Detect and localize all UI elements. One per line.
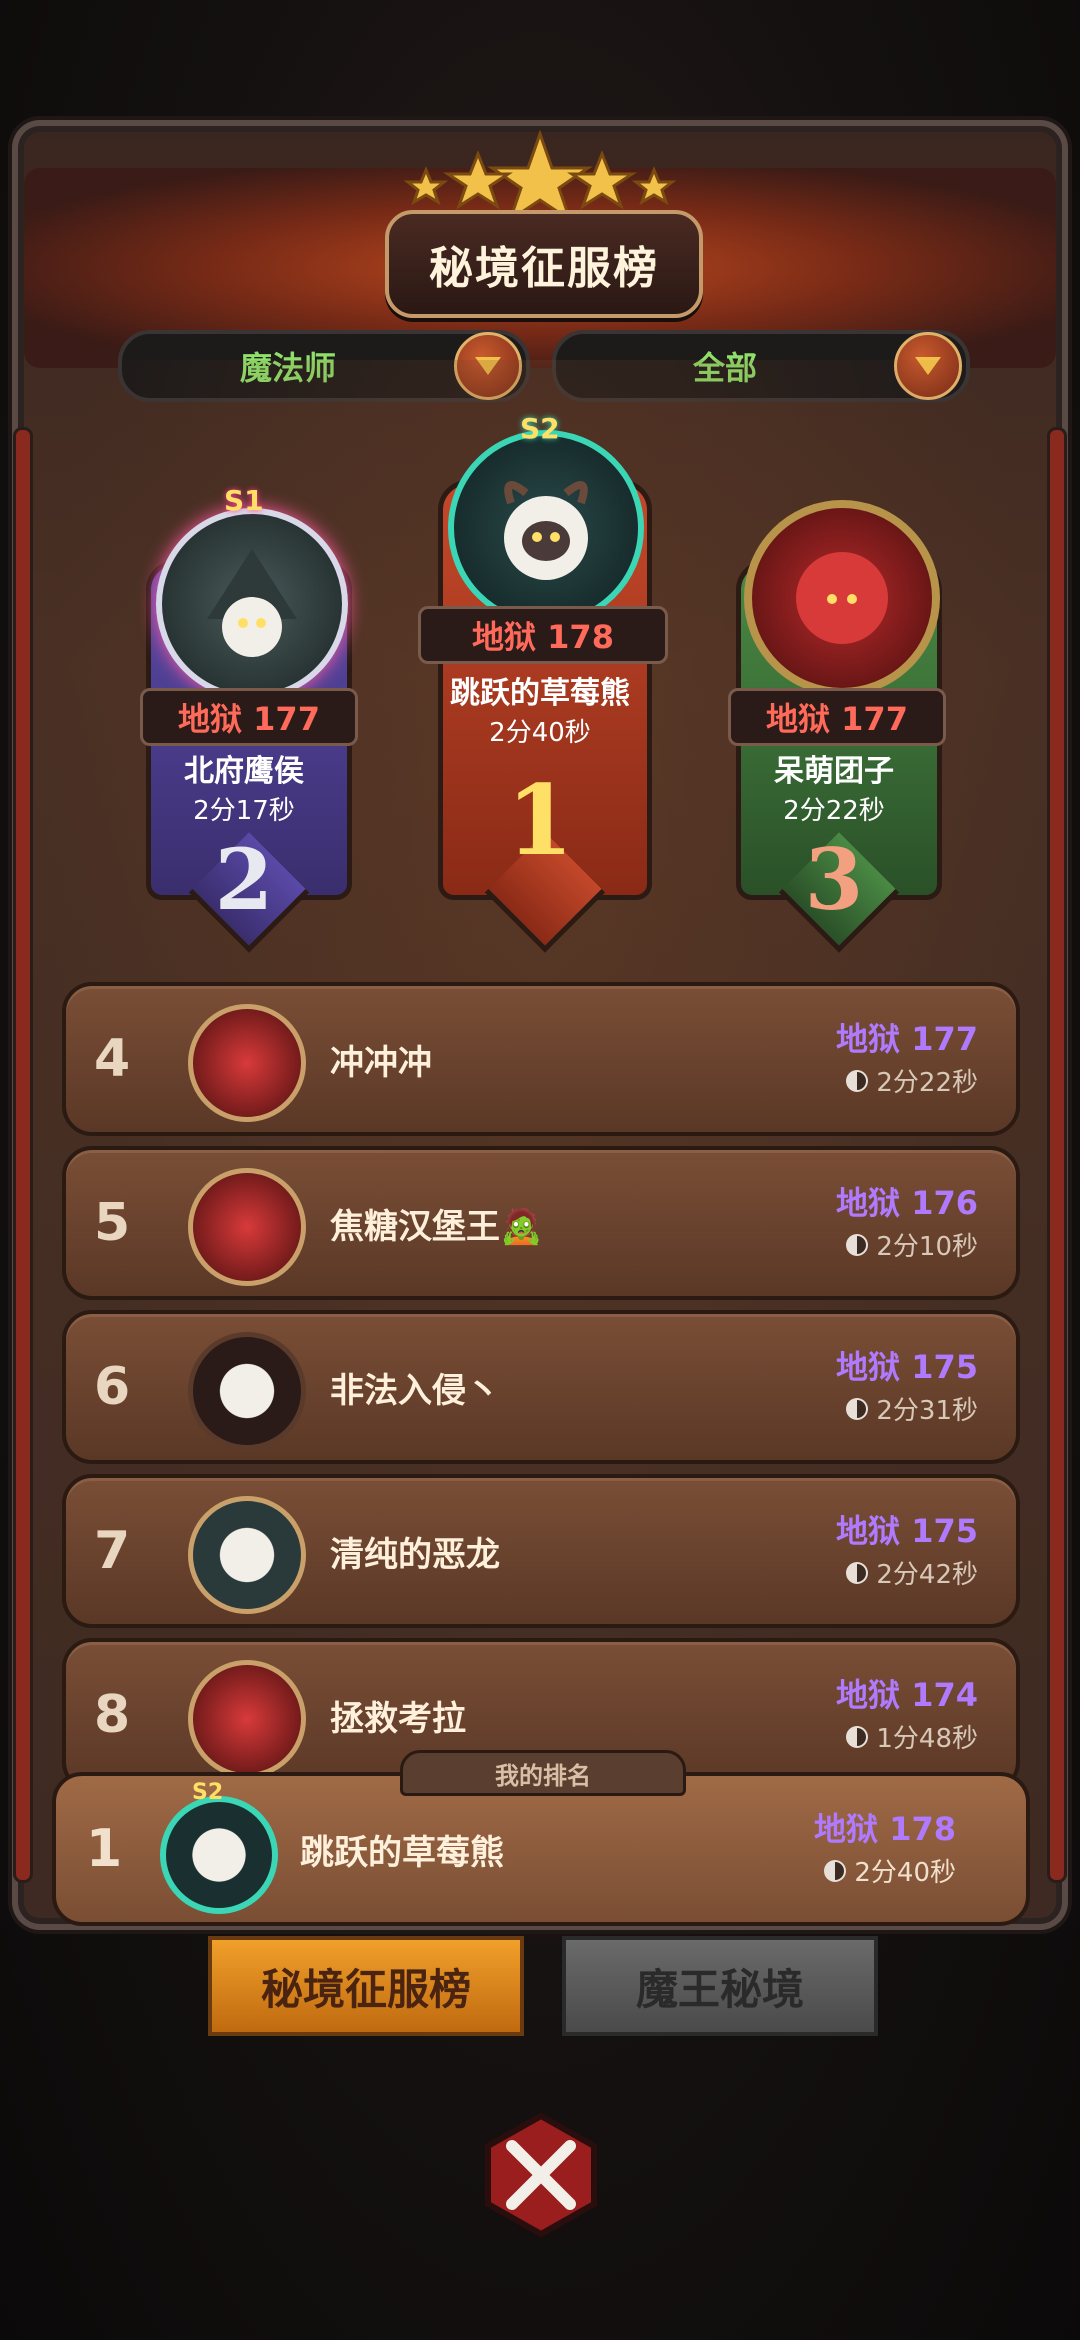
list-item[interactable]: 5 焦糖汉堡王🧟 地狱 176 2分10秒 xyxy=(62,1146,1020,1300)
white-sheep-icon xyxy=(188,1496,306,1614)
row-rank: 8 xyxy=(94,1685,131,1745)
page-title: 秘境征服榜 xyxy=(385,210,703,318)
clock-icon xyxy=(846,1233,869,1256)
row-name: 冲冲冲 xyxy=(330,1042,432,1083)
leaderboard-list: 4 冲冲冲 地狱 177 2分22秒 5 焦糖汉堡王🧟 地狱 176 2分10秒… xyxy=(62,982,1020,1802)
season-badge: S1 xyxy=(224,484,264,517)
tab-conquest-leaderboard[interactable]: 秘境征服榜 xyxy=(208,1936,524,2036)
score-plate: 地狱 177 xyxy=(728,688,946,746)
clock-icon xyxy=(846,1561,869,1584)
score-plate: 地狱 177 xyxy=(140,688,358,746)
row-rank: 6 xyxy=(94,1357,131,1417)
row-name: 非法入侵丶 xyxy=(330,1370,500,1411)
close-icon[interactable] xyxy=(476,2110,606,2240)
tab-demon-king-realm[interactable]: 魔王秘境 xyxy=(562,1936,878,2036)
row-time: 2分10秒 xyxy=(876,1232,978,1262)
right-rail xyxy=(1050,430,1064,1880)
row-score: 地狱 175 xyxy=(836,1512,978,1550)
player-name: 北府鹰侯 xyxy=(184,754,304,789)
my-score: 地狱 178 xyxy=(814,1810,956,1848)
row-rank: 4 xyxy=(94,1029,131,1089)
player-name: 跳跃的草莓熊 xyxy=(450,676,630,711)
player-name: 呆萌团子 xyxy=(774,754,894,789)
player-time: 2分40秒 xyxy=(489,718,591,748)
red-demon-icon xyxy=(188,1168,306,1286)
sheep-avatar-icon xyxy=(160,1796,278,1914)
row-time: 2分31秒 xyxy=(876,1396,978,1426)
clock-icon xyxy=(846,1069,869,1092)
row-score: 地狱 174 xyxy=(836,1676,978,1714)
clock-icon xyxy=(846,1725,869,1748)
row-time: 2分42秒 xyxy=(876,1560,978,1590)
left-rail xyxy=(16,430,30,1880)
season-badge: S2 xyxy=(192,1780,224,1805)
white-sheep-icon xyxy=(188,1332,306,1450)
rank-number: 3 xyxy=(804,830,864,929)
my-name: 跳跃的草莓熊 xyxy=(300,1832,504,1873)
score-plate: 地狱 178 xyxy=(418,606,668,664)
row-score: 地狱 177 xyxy=(836,1020,978,1058)
red-demon-avatar-icon xyxy=(744,500,940,696)
player-time: 2分22秒 xyxy=(783,796,885,826)
list-item[interactable]: 6 非法入侵丶 地狱 175 2分31秒 xyxy=(62,1310,1020,1464)
list-item[interactable]: 7 清纯的恶龙 地狱 175 2分42秒 xyxy=(62,1474,1020,1628)
row-time: 1分48秒 xyxy=(876,1724,978,1754)
row-rank: 5 xyxy=(94,1193,131,1253)
sheep-avatar-icon xyxy=(448,430,644,626)
row-name: 清纯的恶龙 xyxy=(330,1534,500,1575)
clock-icon xyxy=(824,1859,847,1882)
row-time: 2分22秒 xyxy=(876,1068,978,1098)
row-score: 地狱 176 xyxy=(836,1184,978,1222)
row-score: 地狱 175 xyxy=(836,1348,978,1386)
red-demon-icon xyxy=(188,1004,306,1122)
stars-icon xyxy=(403,130,677,220)
clock-icon xyxy=(846,1397,869,1420)
my-rank-number: 1 xyxy=(86,1819,123,1879)
my-rank-label: 我的排名 xyxy=(400,1750,686,1796)
row-rank: 7 xyxy=(94,1521,131,1581)
my-time: 2分40秒 xyxy=(854,1858,956,1888)
row-name: 焦糖汉堡王🧟 xyxy=(330,1206,543,1247)
rank-number: 1 xyxy=(506,764,574,877)
red-demon-icon xyxy=(188,1660,306,1778)
wizard-avatar-icon xyxy=(156,508,348,700)
list-item[interactable]: 4 冲冲冲 地狱 177 2分22秒 xyxy=(62,982,1020,1136)
rank-number: 2 xyxy=(214,830,274,929)
season-badge: S2 xyxy=(520,412,560,445)
player-time: 2分17秒 xyxy=(193,796,295,826)
